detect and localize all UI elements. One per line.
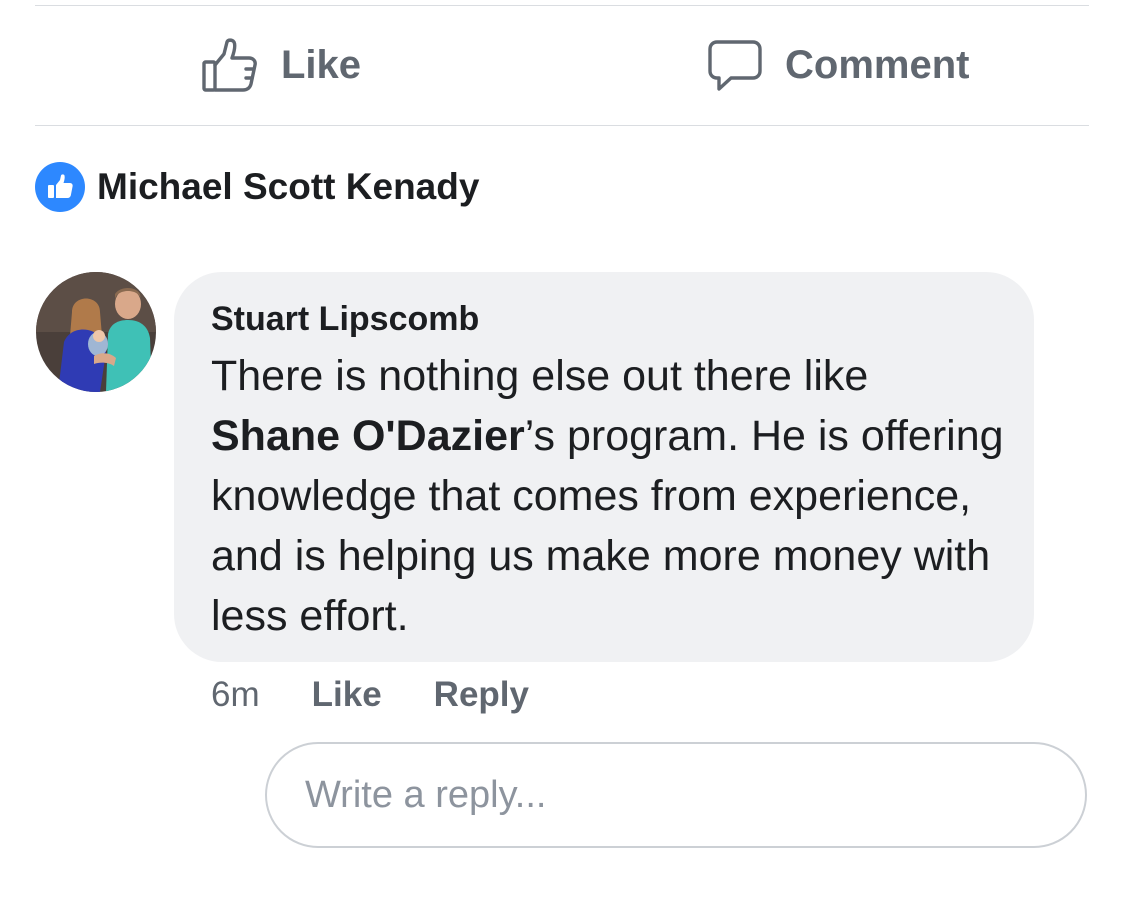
reactions-summary[interactable]: Michael Scott Kenady <box>35 162 479 212</box>
mention-link[interactable]: Shane O'Dazier <box>211 412 525 460</box>
reply-input[interactable] <box>303 772 1047 818</box>
comment-timestamp[interactable]: 6m <box>211 675 260 715</box>
thumbs-up-badge-icon <box>35 162 85 212</box>
reply-box[interactable] <box>265 742 1087 848</box>
thumbs-up-icon <box>201 37 259 94</box>
comment-actions: 6m Like Reply <box>211 670 529 720</box>
comment-like-link[interactable]: Like <box>312 675 382 715</box>
comment-author[interactable]: Stuart Lipscomb <box>211 296 1006 342</box>
like-button-label: Like <box>281 43 362 87</box>
speech-bubble-icon <box>707 39 763 93</box>
commenter-avatar[interactable] <box>36 272 156 392</box>
comment-text-intro: There is nothing else out there like <box>211 352 869 400</box>
post-action-bar: Like Comment <box>35 6 1089 125</box>
comment-button[interactable]: Comment <box>707 6 969 125</box>
comment-button-label: Comment <box>785 43 970 87</box>
reactor-name: Michael Scott Kenady <box>97 166 480 207</box>
comment-reply-link[interactable]: Reply <box>434 675 529 715</box>
action-bar-divider <box>35 125 1089 126</box>
like-button[interactable]: Like <box>201 6 361 125</box>
comment-bubble: Stuart Lipscomb There is nothing else ou… <box>174 272 1034 662</box>
comment-text: There is nothing else out there like Sha… <box>211 346 1006 646</box>
